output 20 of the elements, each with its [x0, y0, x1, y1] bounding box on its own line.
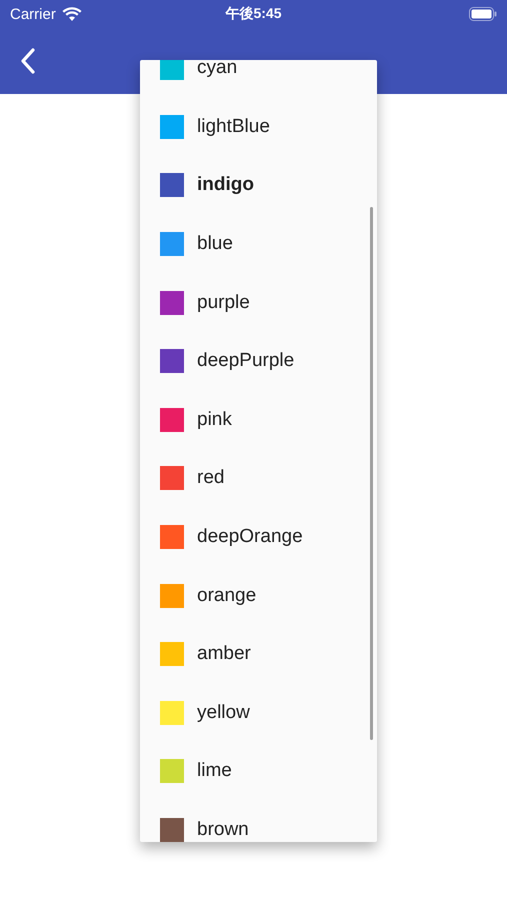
color-option[interactable]: indigo: [140, 156, 377, 215]
color-option[interactable]: brown: [140, 800, 377, 842]
color-option[interactable]: yellow: [140, 684, 377, 742]
color-option[interactable]: lime: [140, 742, 377, 801]
scrollbar[interactable]: [370, 207, 373, 740]
back-icon[interactable]: [20, 48, 36, 74]
color-option[interactable]: amber: [140, 624, 377, 684]
carrier-label: Carrier: [10, 6, 56, 22]
color-option[interactable]: orange: [140, 566, 377, 625]
color-option[interactable]: pink: [140, 390, 377, 450]
color-option[interactable]: purple: [140, 273, 377, 332]
wifi-icon: [62, 6, 82, 22]
color-option[interactable]: deepPurple: [140, 332, 377, 391]
color-option[interactable]: cyan: [140, 60, 377, 98]
color-option[interactable]: deepOrange: [140, 508, 377, 566]
status-time: 午後5:45: [225, 5, 282, 23]
color-option[interactable]: red: [140, 449, 377, 508]
color-option[interactable]: blue: [140, 214, 377, 274]
battery-icon: [469, 7, 497, 21]
color-option[interactable]: lightBlue: [140, 98, 377, 156]
